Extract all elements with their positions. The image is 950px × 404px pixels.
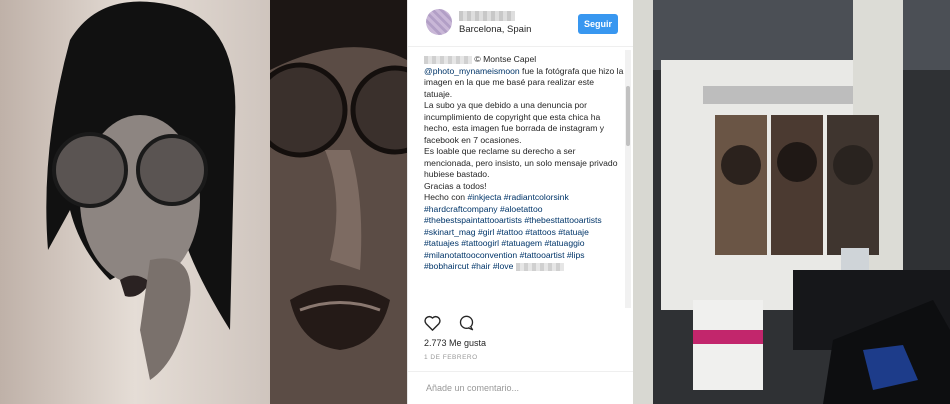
banner-redacted: [703, 86, 853, 104]
caption-p2: La subo ya que debido a una denuncia por…: [424, 100, 605, 145]
instagram-post-panel: Barcelona, Spain Seguir © Montse Capel @…: [407, 0, 635, 404]
caption-p5-prefix: Hecho con: [424, 192, 468, 202]
comment-icon[interactable]: [458, 315, 475, 331]
like-count[interactable]: 2.773 Me gusta: [424, 338, 486, 348]
comment-input[interactable]: [424, 379, 608, 397]
hashtag-link[interactable]: #tatuaggio: [544, 238, 584, 248]
hashtag-link[interactable]: #tattoogirl: [461, 238, 499, 248]
post-caption: © Montse Capel @photo_mynameismoon fue l…: [424, 54, 624, 307]
closeup-illustration: [270, 0, 407, 404]
caption-credit: © Montse Capel: [472, 54, 537, 64]
hashtag-link[interactable]: #lips: [567, 250, 585, 260]
hashtag-link[interactable]: #hardcraftcompany: [424, 204, 498, 214]
hashtag-redacted: [515, 262, 564, 271]
caption-p3: Es loable que reclame su derecho a ser m…: [424, 146, 618, 179]
hashtag-link[interactable]: #thebesttattooartists: [524, 215, 601, 225]
tattoo-closeup-photo: [270, 0, 407, 404]
hashtag-link[interactable]: #skinart_mag: [424, 227, 476, 237]
username-redacted[interactable]: [459, 11, 515, 21]
author-redacted: [424, 55, 472, 64]
avatar[interactable]: [426, 9, 452, 35]
tattoo-illustration: [0, 0, 270, 404]
hashtag-link[interactable]: #tattoo: [497, 227, 523, 237]
caption-p4: Gracias a todos!: [424, 180, 487, 191]
hashtag-link[interactable]: #tatuaje: [558, 227, 589, 237]
hashtag-link[interactable]: #girl: [478, 227, 494, 237]
heart-icon[interactable]: [424, 315, 441, 331]
hashtag-link[interactable]: #hair: [471, 261, 490, 271]
mention-link[interactable]: @photo_mynameismoon: [424, 66, 520, 76]
convention-booth-photo: [633, 0, 950, 404]
hashtag-link[interactable]: #tatuagem: [501, 238, 542, 248]
post-header: Barcelona, Spain Seguir: [408, 0, 634, 47]
booth-illustration: [633, 0, 950, 404]
tattoo-photo-arm: [0, 0, 270, 404]
caption-scrollbar[interactable]: [625, 50, 631, 308]
comment-bar: [408, 371, 634, 404]
location-label[interactable]: Barcelona, Spain: [459, 24, 531, 35]
follow-button[interactable]: Seguir: [578, 14, 618, 34]
hashtag-link[interactable]: #tatuajes: [424, 238, 459, 248]
post-date: 1 DE FEBRERO: [424, 354, 478, 361]
hashtag-link[interactable]: #tattoos: [525, 227, 556, 237]
hashtag-link[interactable]: #inkjecta: [467, 192, 501, 202]
hashtag-link[interactable]: #bobhaircut: [424, 261, 469, 271]
hashtag-link[interactable]: #milanotattooconvention: [424, 250, 517, 260]
scrollbar-thumb[interactable]: [626, 86, 630, 146]
hashtag-link[interactable]: #thebestspaintattooartists: [424, 215, 522, 225]
hashtag-link[interactable]: #aloetattoo: [500, 204, 543, 214]
hashtag-link[interactable]: #radiantcolorsink: [504, 192, 569, 202]
hashtag-link[interactable]: #tattooartist: [520, 250, 565, 260]
hashtag-link[interactable]: #love: [493, 261, 514, 271]
